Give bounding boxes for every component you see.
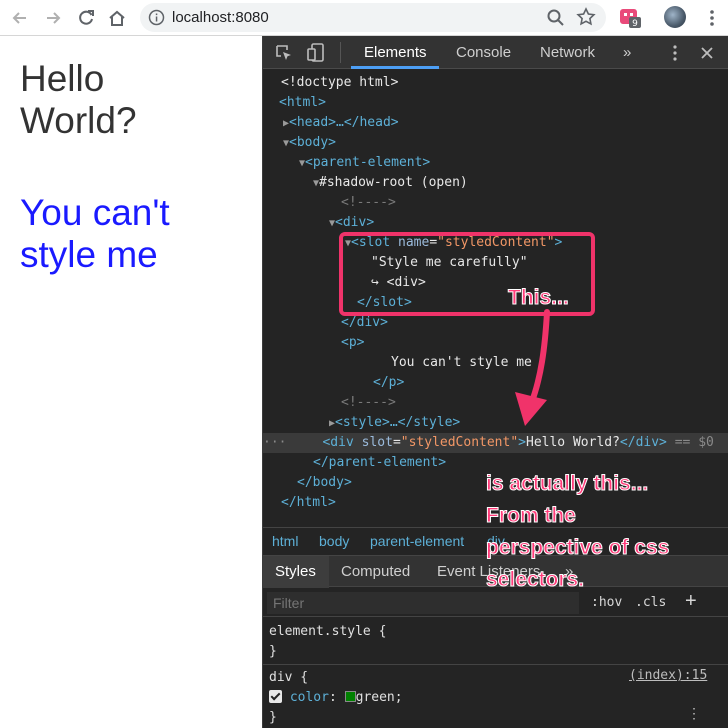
breadcrumb-parent-element[interactable]: parent-element [370,533,464,549]
devtools-panel: Elements Console Network » <!doctype htm… [262,36,728,728]
tree-line-shadow-root[interactable]: ▼#shadow-root (open) [263,173,728,193]
tree-line-body[interactable]: ▼<body> [263,133,728,153]
tab-console[interactable]: Console [456,44,511,61]
annotation-from-the: From the [486,504,577,528]
subtab-styles[interactable]: Styles [275,563,316,580]
active-tab-indicator [351,66,439,69]
forward-arrow-icon[interactable] [43,8,63,28]
annotation-arrow-icon [515,309,550,426]
back-arrow-icon[interactable] [10,8,30,28]
style-rules: element.style { } div { (index):15 color… [263,618,728,728]
new-style-rule-button[interactable]: + [685,590,697,613]
zoom-icon[interactable] [546,8,566,28]
page-viewport: Hello World? You can't style me [0,36,262,728]
tree-line-parent-element[interactable]: ▼<parent-element> [263,153,728,173]
devtools-tabbar: Elements Console Network » [263,36,728,69]
tree-line-comment-2[interactable]: <!----> [263,393,728,413]
tree-line-p-text[interactable]: You can't style me [263,353,728,373]
annotation-is-actually: is actually this... [485,472,649,496]
extension-icon[interactable]: 9 [618,7,642,29]
annotation-perspective: perspective of css [485,536,670,560]
tree-line-style[interactable]: ▶<style>…</style> [263,413,728,433]
div-rule-selector[interactable]: div { [269,668,308,688]
element-style-selector[interactable]: element.style { [269,622,386,642]
kebab-menu-icon[interactable] [702,8,722,28]
tree-line-doctype[interactable]: <!doctype html> [263,73,728,93]
cant-style-me-text: You can't style me [20,192,170,275]
color-swatch[interactable] [344,691,356,702]
browser-toolbar: localhost:8080 9 [0,0,728,36]
hov-toggle[interactable]: :hov [591,595,622,610]
avatar[interactable] [664,6,686,28]
tree-line-p[interactable]: <p> [263,333,728,353]
device-toolbar-icon[interactable] [307,43,325,63]
div-rule-close: } [269,710,277,725]
tree-line-comment[interactable]: <!----> [263,193,728,213]
breadcrumb-html[interactable]: html [272,533,298,549]
url-text[interactable]: localhost:8080 [172,9,269,26]
subtab-computed[interactable]: Computed [341,563,410,580]
styles-filter-input[interactable] [267,592,579,614]
svg-text:9: 9 [632,19,638,29]
tree-line-head[interactable]: ▶<head>…</head> [263,113,728,133]
inspect-element-icon[interactable] [275,44,293,62]
cls-toggle[interactable]: .cls [635,595,666,610]
rule-menu-icon[interactable]: ⋮ [687,706,701,722]
color-declaration[interactable]: color: green; [269,688,403,708]
info-icon[interactable] [148,9,165,26]
rule-source-link[interactable]: (index):15 [629,668,707,683]
tree-line-html[interactable]: <html> [263,93,728,113]
home-icon[interactable] [107,8,127,28]
tabbar-separator [340,42,341,63]
star-icon[interactable] [576,7,596,27]
tree-line-div-close[interactable]: </div> [263,313,728,333]
tab-network[interactable]: Network [540,44,595,61]
tree-line-selected-div[interactable]: ··· <div slot="styledContent">Hello World… [263,433,728,453]
rule-divider [263,664,728,665]
breadcrumb-body[interactable]: body [319,533,349,549]
annotation-selectors: selectors. [485,568,585,592]
declaration-checkbox[interactable] [269,690,282,703]
devtools-menu-icon[interactable] [670,44,680,62]
hello-world-text: Hello World? [20,58,137,141]
tab-elements[interactable]: Elements [364,44,427,61]
tree-line-p-close[interactable]: </p> [263,373,728,393]
close-devtools-icon[interactable] [699,45,715,61]
ellipsis-icon: ··· [263,435,287,450]
more-tabs-chevron-icon[interactable]: » [623,44,631,61]
reload-icon[interactable] [76,8,96,28]
tree-line-div[interactable]: ▼<div> [263,213,728,233]
address-bar[interactable]: localhost:8080 [140,3,606,32]
element-style-close: } [269,644,277,659]
